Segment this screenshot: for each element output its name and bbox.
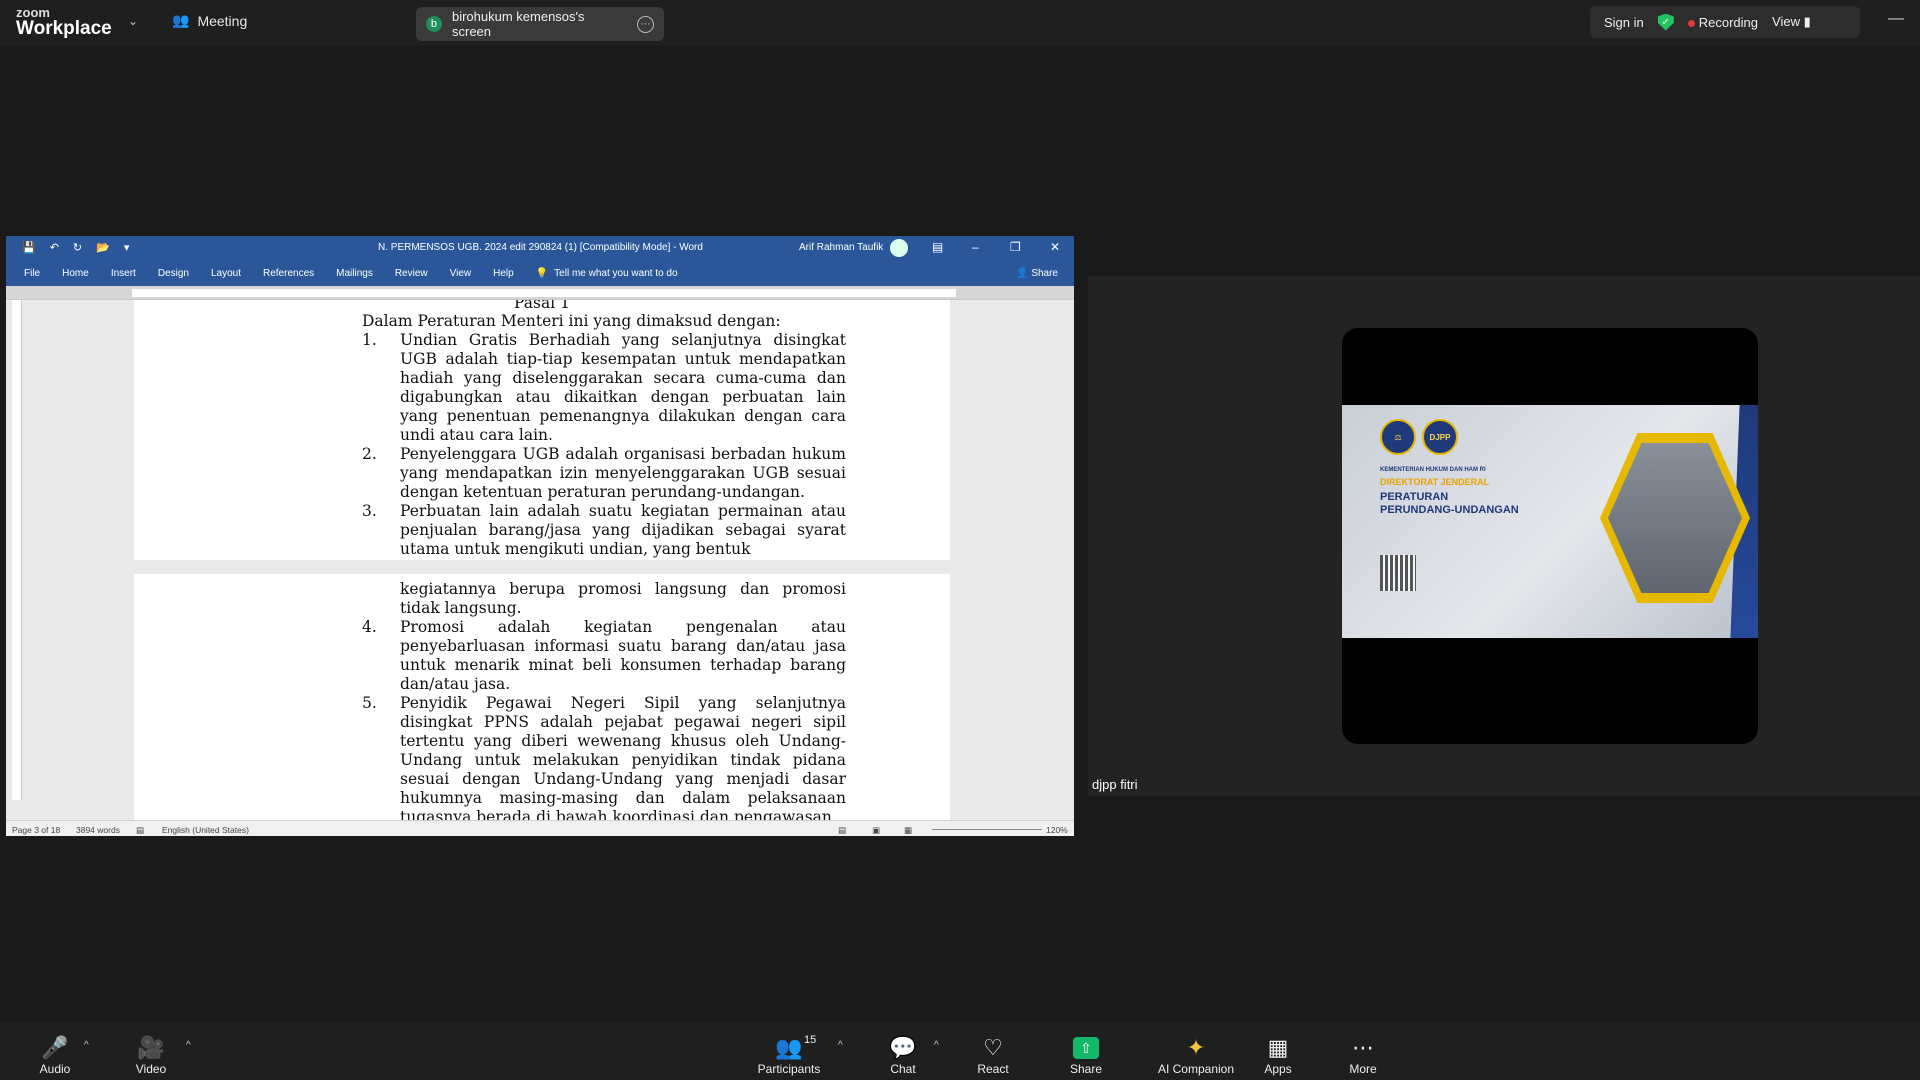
- list-item: 2. Penyelenggara UGB adalah organisasi b…: [362, 445, 846, 501]
- participant-video-tile[interactable]: ⚖ DJPP KEMENTERIAN HUKUM DAN HAM RI DIRE…: [1342, 328, 1758, 744]
- chat-caret-icon[interactable]: ^: [934, 1040, 939, 1051]
- ribbon-tabs: File Home Insert Design Layout Reference…: [6, 260, 1074, 286]
- apps-icon: ▦: [1267, 1035, 1289, 1060]
- djpp-banner-image: ⚖ DJPP KEMENTERIAN HUKUM DAN HAM RI DIRE…: [1342, 405, 1758, 638]
- view-icon: ▮: [1803, 14, 1811, 29]
- proofing-icon[interactable]: ▤: [136, 825, 144, 836]
- window-close-icon[interactable]: ✕: [1050, 240, 1060, 254]
- redo-icon[interactable]: ↻: [73, 241, 82, 254]
- tab-design[interactable]: Design: [158, 268, 189, 279]
- top-bar: zoom Workplace ⌄ 👥 Meeting b birohukum k…: [0, 0, 1920, 46]
- document-page[interactable]: kegiatannya berupa promosi langsung dan …: [134, 574, 950, 824]
- list-item: 3. Perbuatan lain adalah suatu kegiatan …: [362, 502, 846, 558]
- video-options-caret-icon[interactable]: ^: [186, 1040, 191, 1051]
- undo-icon[interactable]: ↶: [50, 241, 59, 254]
- top-right-controls: Sign in ✓ Recording View ▮: [1590, 6, 1860, 38]
- horizontal-ruler[interactable]: [6, 286, 1074, 300]
- list-item: 4. Promosi adalah kegiatan pengenalan at…: [362, 618, 846, 693]
- read-mode-icon[interactable]: ▤: [838, 825, 846, 836]
- page-count[interactable]: Page 3 of 18: [12, 825, 60, 835]
- qr-code-icon: [1380, 555, 1416, 591]
- tab-insert[interactable]: Insert: [111, 268, 136, 279]
- zoom-level[interactable]: 120%: [1046, 825, 1068, 835]
- more-button[interactable]: ⋯ More: [1318, 1034, 1408, 1076]
- open-icon[interactable]: 📂: [96, 241, 110, 254]
- participants-icon: 👥: [775, 1035, 803, 1060]
- audio-options-caret-icon[interactable]: ^: [84, 1040, 89, 1051]
- shield-icon[interactable]: ✓: [1657, 13, 1674, 31]
- intro-paragraph: Dalam Peraturan Menteri ini yang dimaksu…: [362, 312, 781, 330]
- apps-button[interactable]: ▦ Apps: [1233, 1034, 1323, 1076]
- window-restore-icon[interactable]: ❐: [1010, 240, 1021, 254]
- customize-icon[interactable]: ▾: [124, 241, 130, 254]
- list-item: 5. Penyidik Pegawai Negeri Sipil yang se…: [362, 694, 846, 824]
- participants-caret-icon[interactable]: ^: [838, 1040, 843, 1051]
- person-icon: 👤: [1016, 268, 1029, 279]
- document-page[interactable]: Pasal 1 Dalam Peraturan Menteri ini yang…: [134, 300, 950, 560]
- chat-icon: 💬: [889, 1035, 917, 1060]
- sign-in-button[interactable]: Sign in: [1604, 15, 1644, 30]
- document-title: N. PERMENSOS UGB. 2024 edit 290824 (1) […: [378, 242, 703, 253]
- list-item: 1. Undian Gratis Berhadiah yang selanjut…: [362, 331, 846, 444]
- chevron-down-icon[interactable]: ⌄: [128, 14, 138, 28]
- word-status-bar: Page 3 of 18 3894 words ▤ English (Unite…: [6, 820, 1074, 836]
- more-icon: ⋯: [1352, 1035, 1374, 1060]
- tab-file[interactable]: File: [24, 268, 40, 279]
- share-screen-button[interactable]: ⇧ Share: [1041, 1034, 1131, 1076]
- word-count[interactable]: 3894 words: [76, 825, 120, 835]
- tab-mailings[interactable]: Mailings: [336, 268, 373, 279]
- zoom-logo: zoom Workplace: [16, 5, 112, 39]
- word-share-button[interactable]: 👤 Share: [1016, 268, 1058, 279]
- ruler-strip: [132, 289, 956, 297]
- video-off-icon: 🎥: [137, 1035, 165, 1060]
- user-name[interactable]: Arif Rahman Taufik: [799, 242, 883, 253]
- sharer-avatar: b: [426, 16, 442, 32]
- react-button[interactable]: ♡ React: [948, 1034, 1038, 1076]
- ribbon-display-icon[interactable]: ▤: [932, 240, 943, 254]
- participants-button[interactable]: 👥 Participants: [744, 1034, 834, 1076]
- user-avatar[interactable]: [890, 239, 908, 257]
- recording-indicator[interactable]: Recording: [1687, 15, 1758, 30]
- tab-help[interactable]: Help: [493, 268, 514, 279]
- tab-references[interactable]: References: [263, 268, 314, 279]
- vertical-ruler[interactable]: [12, 300, 22, 800]
- djpp-logo: DJPP: [1422, 419, 1458, 455]
- people-icon: 👥: [172, 12, 190, 28]
- language[interactable]: English (United States): [162, 825, 249, 835]
- ministry-emblem-icon: ⚖: [1380, 419, 1416, 455]
- window-minimize-icon[interactable]: –: [972, 240, 979, 254]
- heart-icon: ♡: [983, 1035, 1003, 1060]
- meeting-toolbar: 🎤 Audio ^ 🎥 Video ^ 👥 Participants 15 ^ …: [0, 1022, 1920, 1080]
- tab-layout[interactable]: Layout: [211, 268, 241, 279]
- screen-share-indicator[interactable]: b birohukum kemensos's screen ⋯: [416, 7, 664, 41]
- continued-paragraph: kegiatannya berupa promosi langsung dan …: [400, 580, 846, 617]
- muted-mic-icon: 🎤: [41, 1035, 69, 1060]
- record-dot-icon: [1687, 19, 1695, 27]
- shared-word-window: 💾 ↶ ↻ 📂 ▾ N. PERMENSOS UGB. 2024 edit 29…: [6, 236, 1074, 836]
- lightbulb-icon: 💡: [535, 267, 549, 279]
- print-layout-icon[interactable]: ▣: [872, 825, 880, 836]
- meeting-menu[interactable]: 👥 Meeting: [172, 12, 247, 29]
- sparkle-icon: ✦: [1186, 1035, 1206, 1060]
- video-button[interactable]: 🎥 Video: [106, 1034, 196, 1076]
- tab-view[interactable]: View: [450, 268, 472, 279]
- word-title-bar: 💾 ↶ ↻ 📂 ▾ N. PERMENSOS UGB. 2024 edit 29…: [6, 236, 1074, 260]
- more-options-icon[interactable]: ⋯: [637, 15, 654, 33]
- save-icon[interactable]: 💾: [22, 241, 36, 254]
- tab-review[interactable]: Review: [395, 268, 428, 279]
- participant-name: djpp fitri: [1092, 777, 1138, 792]
- share-arrow-icon: ⇧: [1073, 1037, 1099, 1059]
- view-button[interactable]: View ▮: [1772, 14, 1811, 30]
- zoom-slider[interactable]: [932, 829, 1042, 830]
- tab-home[interactable]: Home: [62, 268, 89, 279]
- share-title: birohukum kemensos's screen: [451, 9, 585, 39]
- quick-access-toolbar: 💾 ↶ ↻ 📂 ▾: [22, 241, 129, 254]
- web-layout-icon[interactable]: ▦: [904, 825, 912, 836]
- minimize-icon[interactable]: —: [1888, 10, 1904, 28]
- participants-count: 15: [804, 1034, 817, 1046]
- tell-me-search[interactable]: 💡 Tell me what you want to do: [536, 268, 678, 279]
